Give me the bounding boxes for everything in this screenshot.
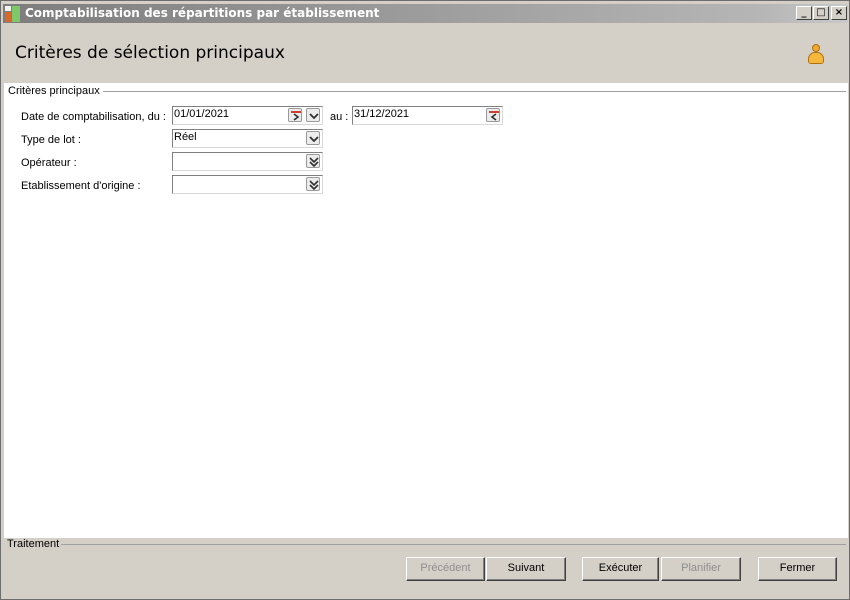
double-chevron-down-icon[interactable] [306,154,320,168]
lot-type-value: Réel [174,131,197,143]
page-title: Critères de sélection principaux [15,43,285,63]
date-to-value: 31/12/2021 [354,108,410,120]
window-title: Comptabilisation des répartitions par ét… [25,6,380,20]
chevron-down-icon[interactable] [306,131,320,145]
title-bar[interactable]: Comptabilisation des répartitions par ét… [3,4,848,23]
next-button[interactable]: Suivant [486,557,566,581]
treatment-panel: Traitement Précédent Suivant Exécuter Pl… [4,538,848,598]
app-icon [5,6,21,22]
schedule-button[interactable]: Planifier [661,557,741,581]
operator-field[interactable] [172,152,323,171]
dropdown-chevron-icon[interactable] [306,108,320,122]
establishment-field[interactable] [172,175,323,194]
lot-type-label: Type de lot : [21,134,81,146]
user-icon[interactable] [807,44,825,66]
date-to-field[interactable]: 31/12/2021 [352,106,503,125]
calendar-next-icon[interactable] [288,108,302,122]
execute-button[interactable]: Exécuter [582,557,659,581]
operator-label: Opérateur : [21,157,77,169]
establishment-label: Etablissement d'origine : [21,180,141,192]
main-window: Comptabilisation des répartitions par ét… [0,0,850,600]
criteria-group-legend: Critères principaux [8,85,103,97]
close-button[interactable]: Fermer [758,557,837,581]
group-divider [98,91,846,92]
criteria-panel: Critères principaux Date de comptabilisa… [4,83,848,538]
previous-button[interactable]: Précédent [406,557,485,581]
page-header: Critères de sélection principaux [3,24,848,83]
date-from-field[interactable]: 01/01/2021 [172,106,323,125]
date-from-label: Date de comptabilisation, du : [21,111,166,123]
minimize-button[interactable]: _ [796,6,812,20]
close-window-button[interactable]: × [831,6,847,20]
date-to-label: au : [330,111,349,123]
treatment-legend: Traitement [7,538,60,550]
footer-divider [61,544,846,545]
lot-type-select[interactable]: Réel [172,129,323,148]
maximize-button[interactable]: □ [813,6,829,20]
calendar-prev-icon[interactable] [486,108,500,122]
date-from-value: 01/01/2021 [174,108,230,120]
double-chevron-down-icon[interactable] [306,177,320,191]
